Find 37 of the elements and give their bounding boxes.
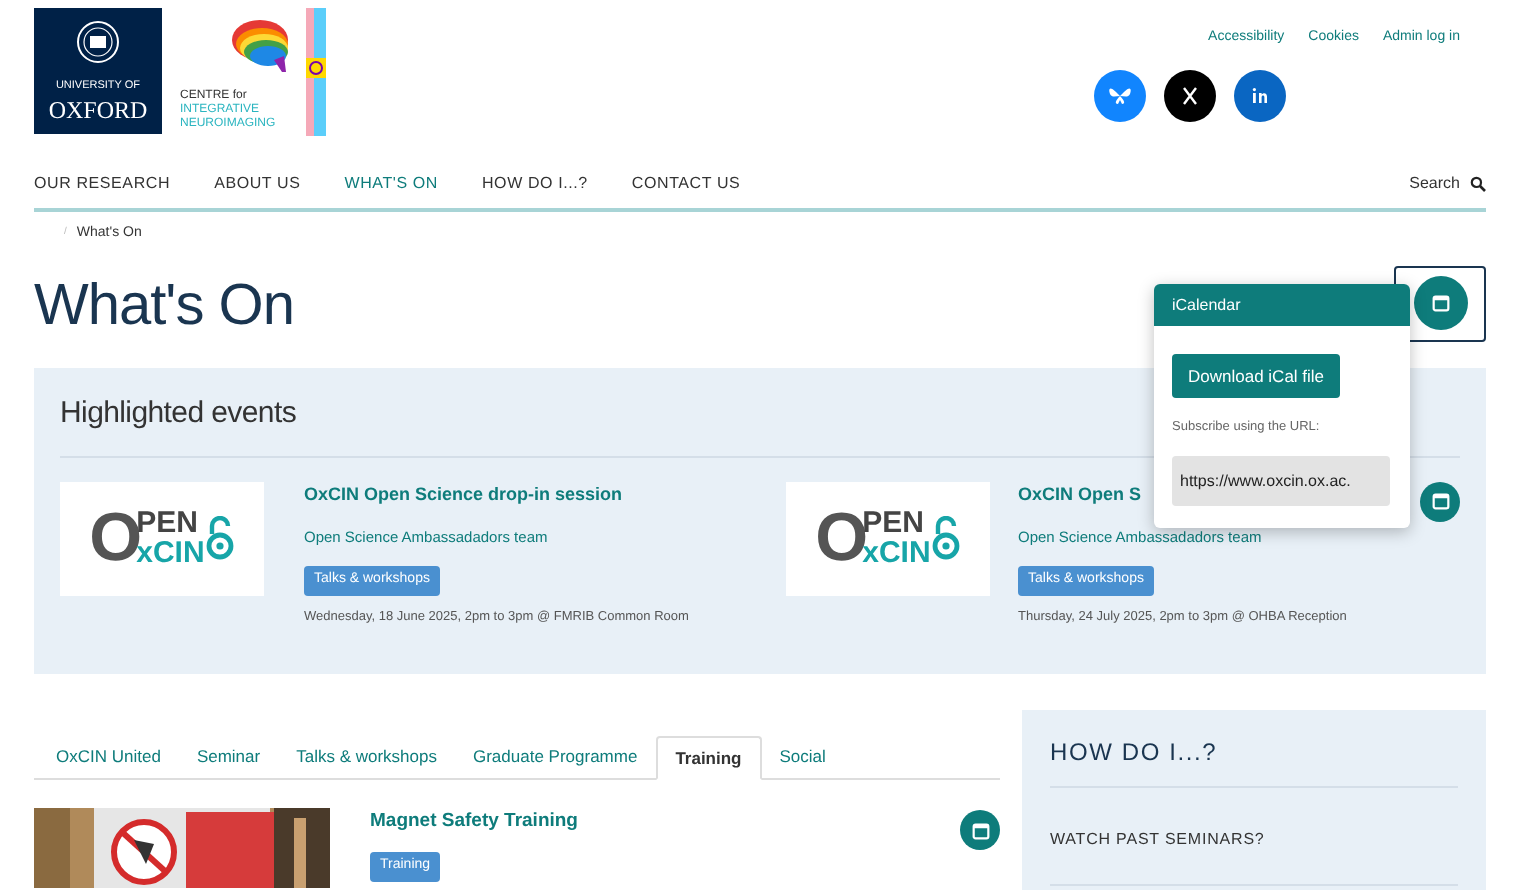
tab[interactable]: Training (655, 736, 762, 780)
x-link[interactable] (1164, 69, 1216, 121)
search-button[interactable]: Search (1409, 171, 1486, 195)
calendar-button[interactable] (1420, 481, 1460, 521)
tab[interactable]: Talks & workshops (278, 736, 455, 778)
linkedin-link[interactable] (1234, 69, 1286, 121)
logo-text: PEN (862, 508, 926, 538)
flag-stripe (306, 8, 326, 136)
nav-link[interactable]: ABOUT US (214, 171, 301, 195)
sidebar-heading: HOW DO I...? (1050, 734, 1458, 788)
logo-text: OXFORD (48, 97, 148, 121)
calendar-button[interactable] (960, 810, 1000, 850)
tab[interactable]: OxCIN United (38, 736, 179, 778)
calendar-icon (1429, 292, 1451, 314)
bluesky-link[interactable] (1094, 69, 1146, 121)
search-icon (1470, 175, 1486, 191)
url-field[interactable]: https://www.oxcin.ox.ac. (1172, 455, 1390, 506)
nav-link[interactable]: OUR RESEARCH (34, 171, 171, 195)
padlock-icon (206, 516, 235, 560)
nav-link[interactable]: HOW DO I...? (481, 171, 588, 195)
logo-text: PEN (136, 508, 200, 538)
download-button[interactable]: Download iCal file (1172, 354, 1341, 398)
calendar-icon (1429, 490, 1451, 512)
tab[interactable]: Social (761, 736, 844, 778)
nav-link[interactable]: CONTACT US (631, 171, 741, 195)
event-title[interactable]: OxCIN Open Science drop-in session (304, 481, 623, 508)
event-title[interactable]: Magnet Safety Training (370, 808, 578, 837)
event-title[interactable]: OxCIN Open S (1018, 481, 1142, 508)
nav-link[interactable]: WHAT'S ON (344, 171, 438, 195)
page-title: What's On (34, 271, 294, 342)
calendar-icon (969, 819, 991, 841)
tab[interactable]: Seminar (178, 736, 279, 778)
tab[interactable]: Graduate Programme (454, 736, 656, 778)
popover-title: iCalendar (1172, 293, 1241, 317)
sidebar-link[interactable]: WATCH PAST SEMINARS? (1050, 830, 1265, 848)
calendar-button[interactable] (1413, 276, 1467, 330)
padlock-icon (932, 516, 961, 560)
